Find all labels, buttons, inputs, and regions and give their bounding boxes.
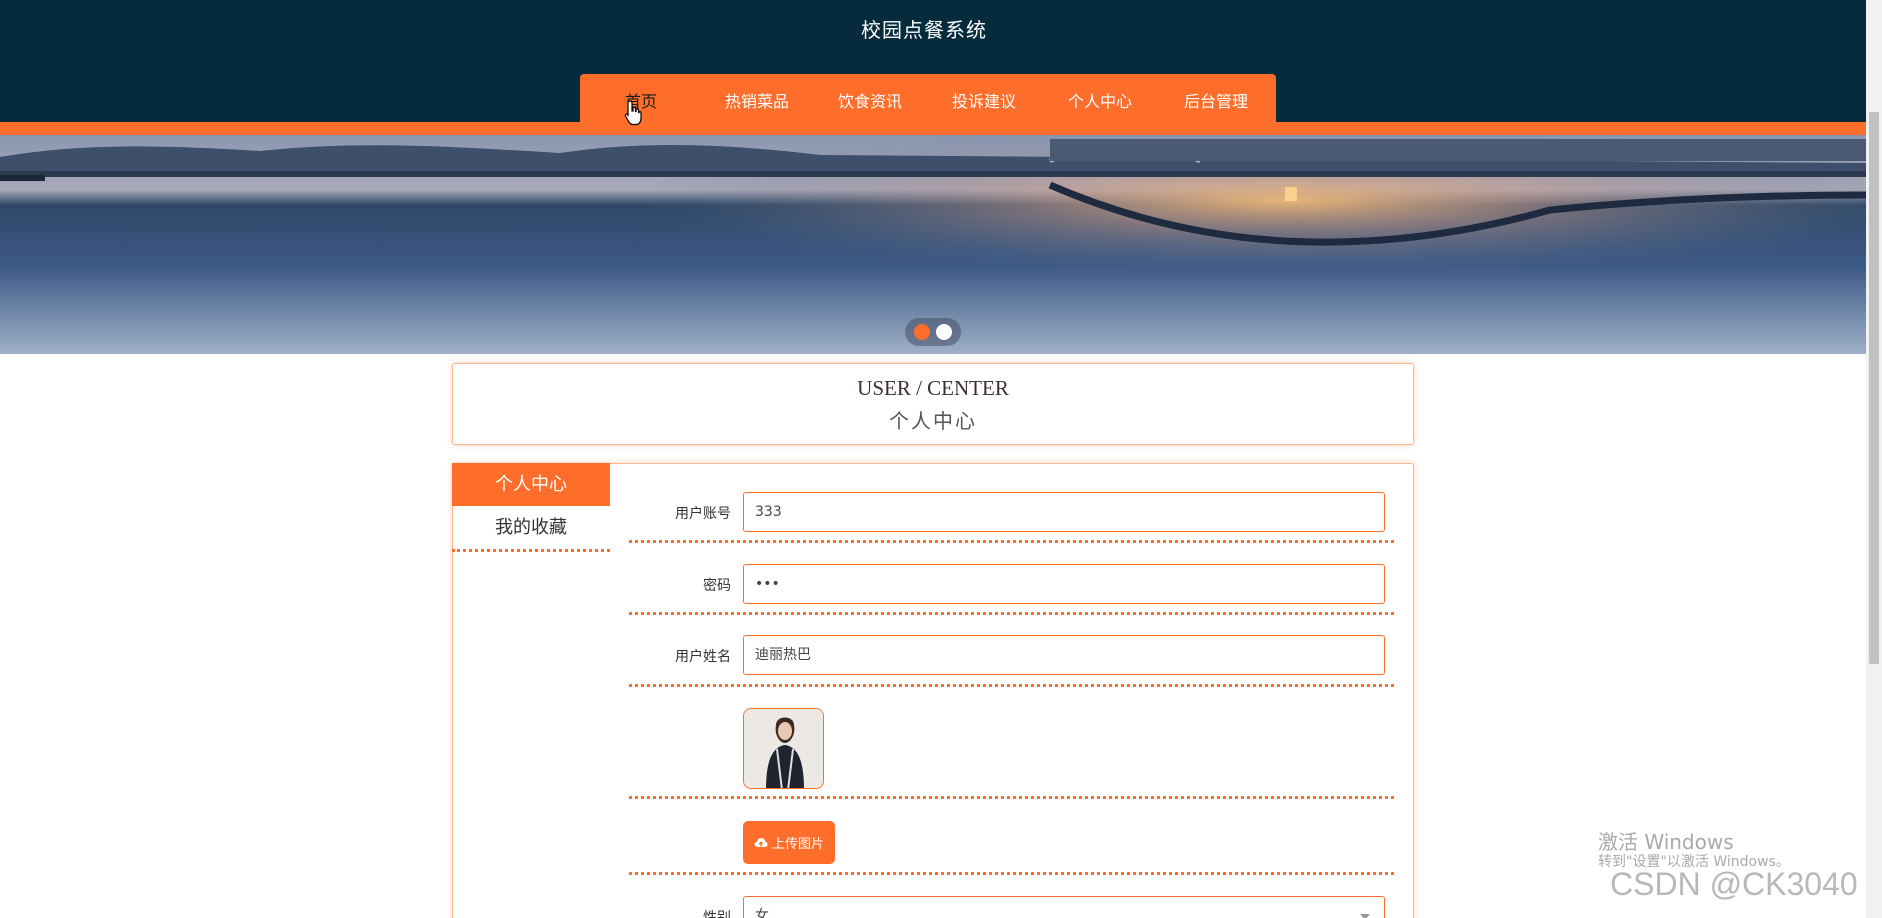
side-menu-divider bbox=[452, 549, 610, 552]
carousel-indicators bbox=[905, 318, 961, 346]
section-title-cn: 个人中心 bbox=[889, 409, 977, 433]
account-input[interactable]: 333 bbox=[743, 492, 1385, 532]
row-divider bbox=[629, 612, 1394, 615]
section-title-en: USER / CENTER bbox=[857, 376, 1009, 400]
avatar-image bbox=[743, 708, 824, 789]
side-item-user-center[interactable]: 个人中心 bbox=[452, 463, 610, 506]
row-divider bbox=[629, 796, 1394, 799]
section-title-box: USER / CENTER 个人中心 bbox=[452, 363, 1414, 445]
name-input[interactable]: 迪丽热巴 bbox=[743, 635, 1385, 675]
upload-image-button[interactable]: 上传图片 bbox=[743, 821, 835, 864]
nav-item-user-center[interactable]: 个人中心 bbox=[1068, 88, 1132, 112]
upload-button-label: 上传图片 bbox=[771, 837, 824, 852]
password-input[interactable]: ••• bbox=[743, 564, 1385, 604]
nav-item-admin[interactable]: 后台管理 bbox=[1184, 88, 1248, 112]
gender-select[interactable]: 女 bbox=[743, 896, 1385, 918]
carousel-dot-2[interactable] bbox=[936, 324, 952, 340]
name-label: 用户姓名 bbox=[675, 649, 731, 665]
nav-item-complaints[interactable]: 投诉建议 bbox=[952, 88, 1016, 112]
gender-select-value: 女 bbox=[755, 908, 769, 918]
chevron-down-icon bbox=[1360, 914, 1370, 918]
csdn-watermark: CSDN @CK3040 bbox=[1610, 866, 1858, 902]
password-label: 密码 bbox=[703, 578, 731, 594]
site-title: 校园点餐系统 bbox=[861, 18, 987, 42]
side-item-favorites[interactable]: 我的收藏 bbox=[452, 506, 610, 549]
account-label: 用户账号 bbox=[675, 506, 731, 522]
page-scrollbar[interactable] bbox=[1866, 0, 1882, 918]
cloud-upload-icon bbox=[754, 837, 768, 847]
row-divider bbox=[629, 872, 1394, 875]
row-divider bbox=[629, 684, 1394, 687]
hand-pointer-icon bbox=[624, 100, 642, 126]
side-menu: 个人中心 我的收藏 bbox=[452, 463, 610, 552]
site-header: 校园点餐系统 首页 热销菜品 饮食资讯 投诉建议 个人中心 后台管理 bbox=[0, 0, 1866, 135]
scrollbar-thumb[interactable] bbox=[1869, 112, 1879, 664]
nav-item-food-news[interactable]: 饮食资讯 bbox=[838, 88, 902, 112]
main-nav: 首页 热销菜品 饮食资讯 投诉建议 个人中心 后台管理 bbox=[580, 74, 1276, 135]
gender-label: 性别 bbox=[703, 910, 731, 918]
row-divider bbox=[629, 540, 1394, 543]
nav-item-hot-dishes[interactable]: 热销菜品 bbox=[725, 88, 789, 112]
carousel-dot-1[interactable] bbox=[914, 324, 930, 340]
